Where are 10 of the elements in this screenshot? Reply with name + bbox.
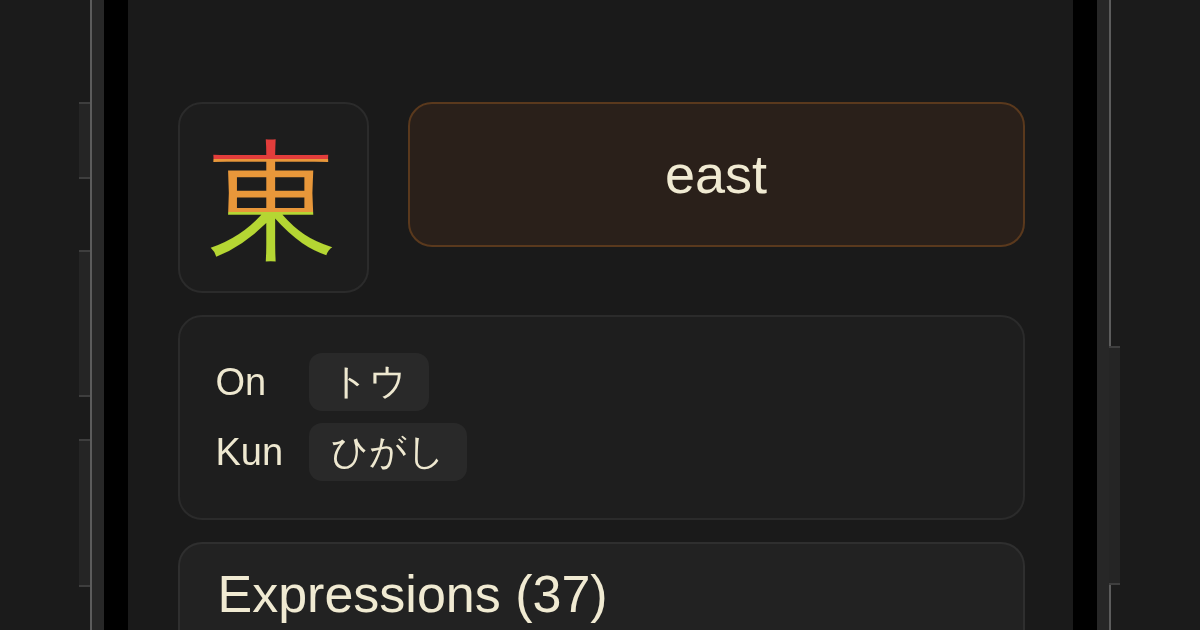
reading-chip: トウ (308, 353, 429, 411)
reading-label: Kun (215, 433, 285, 471)
phone-side-button[interactable] (78, 439, 90, 587)
phone-side-button[interactable] (78, 250, 90, 397)
meaning-card: east (407, 102, 1025, 247)
section-heading: Expressions (37) (217, 566, 609, 624)
phone-side-button[interactable] (1108, 346, 1120, 585)
phone-side-button[interactable] (78, 102, 90, 179)
reading-label: On (215, 363, 268, 401)
reading-chip: ひがし (308, 423, 467, 481)
